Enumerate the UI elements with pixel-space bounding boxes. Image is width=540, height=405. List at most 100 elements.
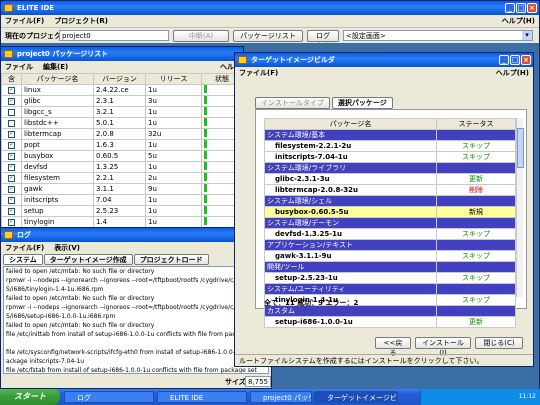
setting-screen-select[interactable]: <設定画面> ▾	[343, 30, 533, 41]
table-row[interactable]: devfsd1.3.251u	[1, 161, 243, 173]
include-checkbox[interactable]	[1, 205, 22, 217]
category-row[interactable]: システム環境/デーモン	[264, 217, 516, 229]
install-button[interactable]: インストール(I)	[415, 337, 471, 357]
checkbox-icon[interactable]	[8, 184, 15, 193]
category-row[interactable]: 開発/ツール	[264, 261, 516, 273]
include-checkbox[interactable]	[1, 117, 22, 129]
checkbox-icon[interactable]	[8, 162, 15, 171]
vertical-scrollbar[interactable]	[516, 118, 524, 297]
category-row[interactable]: システム環境/基本	[264, 129, 516, 141]
tab-system[interactable]: システム	[3, 254, 43, 265]
start-button[interactable]: スタート	[0, 389, 60, 405]
tab-target-image[interactable]: ターゲットイメージ作成	[43, 254, 133, 265]
menu-file[interactable]: ファイル(F)	[5, 242, 44, 254]
checkbox-icon[interactable]	[8, 108, 15, 116]
table-row[interactable]: filesystem-2.2.1-2u スキップ	[264, 140, 516, 152]
col-package-name[interactable]: パッケージ名	[264, 118, 437, 130]
include-checkbox[interactable]	[1, 84, 22, 96]
col-release[interactable]: リリース	[145, 73, 202, 85]
table-row[interactable]: libgcc_s 3.2.1 1u	[1, 106, 243, 118]
taskbar-item-elite-ide[interactable]: ELITE IDE	[157, 391, 247, 403]
close-button[interactable]: 閉じる(C)	[475, 337, 523, 349]
menu-file[interactable]: ファイル	[5, 61, 33, 73]
menu-project[interactable]: プロジェクト(R)	[54, 15, 108, 27]
taskbar-item-package-list[interactable]: project0 パッケージリ...	[250, 391, 312, 403]
category-row[interactable]: システム/ユーティリティ	[264, 283, 516, 295]
package-window-titlebar[interactable]: project0 パッケージリスト	[1, 47, 243, 61]
table-row[interactable]: devfsd-1.3.25-1u スキップ	[264, 228, 516, 240]
table-row[interactable]: setup-i686-1.0.0-1u 更新	[264, 316, 516, 328]
table-row[interactable]: tinylogin1.41u	[1, 216, 243, 228]
include-checkbox[interactable]	[1, 172, 22, 184]
menu-file[interactable]: ファイル(F)	[5, 15, 44, 27]
table-row[interactable]: libtermcap2.0.832u	[1, 128, 243, 140]
table-row[interactable]: busybox-0.60.5-5u 新規	[264, 206, 516, 218]
table-row[interactable]: setup-2.5.23-1u スキップ	[264, 272, 516, 284]
table-row[interactable]: glibc-2.3.1-3u 更新	[264, 173, 516, 185]
include-checkbox[interactable]	[1, 183, 22, 195]
checkbox-icon[interactable]	[8, 140, 15, 149]
include-checkbox[interactable]	[1, 216, 22, 228]
table-row[interactable]: popt1.6.31u	[1, 139, 243, 151]
maximize-icon[interactable]: □	[516, 3, 526, 13]
category-row[interactable]: システム環境/シェル	[264, 195, 516, 207]
checkbox-icon[interactable]	[8, 173, 15, 182]
col-include[interactable]: 含	[1, 73, 22, 85]
menu-help[interactable]: ヘルプ(H)	[496, 67, 529, 79]
table-row[interactable]: gawk3.1.19u	[1, 183, 243, 195]
include-checkbox[interactable]	[1, 161, 22, 173]
tab-selected-packages[interactable]: 選択パッケージ	[331, 97, 393, 109]
minimize-icon[interactable]: _	[505, 3, 515, 13]
table-row[interactable]: libstdc++ 5.0.1 1u	[1, 117, 243, 129]
checkbox-icon[interactable]	[8, 96, 15, 105]
col-version[interactable]: バージョン	[93, 73, 146, 85]
stop-button[interactable]: 中断(A)	[173, 30, 229, 42]
back-button[interactable]: <<戻る	[375, 337, 411, 357]
category-row[interactable]: システム環境/ライブラリ	[264, 162, 516, 174]
table-row[interactable]: setup2.5.231u	[1, 205, 243, 217]
minimize-icon[interactable]: _	[499, 55, 509, 65]
table-row[interactable]: gawk-3.1.1-9u スキップ	[264, 250, 516, 262]
scrollbar-thumb[interactable]	[517, 128, 524, 168]
category-row[interactable]: アプリケーション/テキスト	[264, 239, 516, 251]
package-list-button[interactable]: パッケージリスト	[233, 30, 303, 42]
menu-file[interactable]: ファイル(F)	[239, 67, 278, 79]
table-row[interactable]: initscripts7.041u	[1, 194, 243, 206]
include-checkbox[interactable]	[1, 106, 22, 118]
col-package-name[interactable]: パッケージ名	[21, 73, 94, 85]
taskbar-item-log[interactable]: ログ	[64, 391, 154, 403]
chevron-down-icon[interactable]: ▾	[522, 31, 532, 40]
include-checkbox[interactable]	[1, 194, 22, 206]
menu-view[interactable]: 表示(V)	[54, 242, 80, 254]
maximize-icon[interactable]: □	[510, 55, 520, 65]
checkbox-icon[interactable]	[8, 206, 15, 215]
table-row[interactable]: filesystem2.2.12u	[1, 172, 243, 184]
tab-install-type[interactable]: インストールタイプ	[255, 97, 330, 109]
menu-help[interactable]: ヘルプ(H)	[502, 15, 535, 27]
checkbox-icon[interactable]	[8, 195, 15, 204]
table-row[interactable]: busybox0.60.55u	[1, 150, 243, 162]
include-checkbox[interactable]	[1, 128, 22, 140]
log-text-area[interactable]: failed to open /etc/mtab: No such file o…	[3, 266, 269, 374]
menu-edit[interactable]: 編集(E)	[43, 61, 68, 73]
close-icon[interactable]: ×	[527, 3, 537, 13]
main-window-titlebar[interactable]: ELITE IDE _ □ ×	[1, 1, 539, 15]
table-row[interactable]: initscripts-7.04-1u スキップ	[264, 151, 516, 163]
tab-project-load[interactable]: プロジェクトロード	[133, 254, 209, 265]
checkbox-icon[interactable]	[8, 151, 15, 160]
checkbox-icon[interactable]	[8, 119, 15, 127]
checkbox-icon[interactable]	[8, 85, 15, 94]
include-checkbox[interactable]	[1, 139, 22, 151]
checkbox-icon[interactable]	[8, 217, 15, 226]
close-icon[interactable]: ×	[521, 55, 531, 65]
table-row[interactable]: linux2.4.22.ce1u	[1, 84, 243, 96]
log-button[interactable]: ログ(G)	[307, 30, 339, 50]
builder-window-titlebar[interactable]: ターゲットイメージビルダ _ □ ×	[235, 53, 533, 67]
checkbox-icon[interactable]	[8, 129, 15, 138]
col-status[interactable]: ステータス	[436, 118, 516, 130]
table-row[interactable]: glibc2.3.13u	[1, 95, 243, 107]
log-window-titlebar[interactable]: ログ	[1, 228, 271, 242]
include-checkbox[interactable]	[1, 95, 22, 107]
taskbar-item-builder[interactable]: ターゲットイメージビルダ	[314, 391, 398, 403]
table-row[interactable]: libtermcap-2.0.8-32u 削除	[264, 184, 516, 196]
